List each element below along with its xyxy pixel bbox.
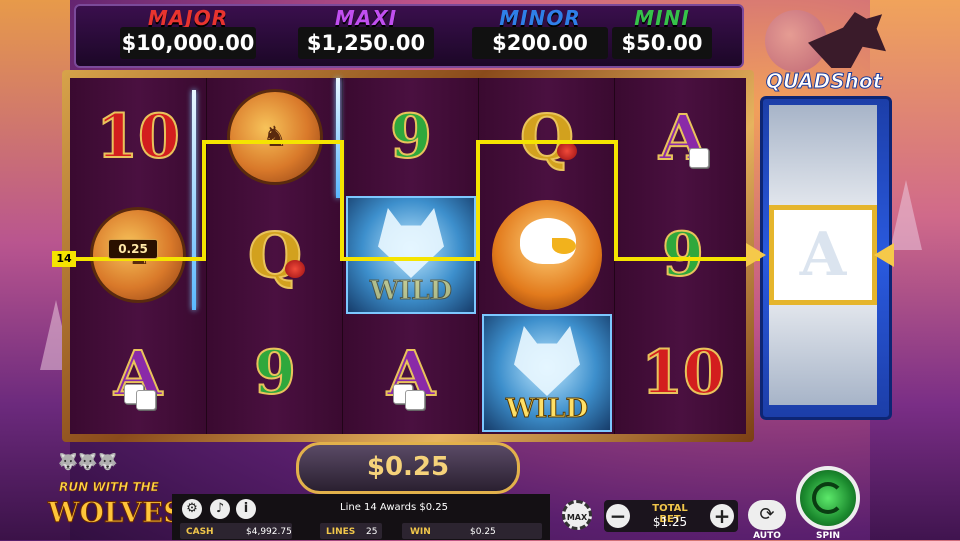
- symbol-ace: A: [343, 314, 479, 432]
- dice-icon: [136, 390, 156, 410]
- jackpot-minor-value: $200.00: [472, 27, 608, 59]
- reel-5: A 9 10: [614, 78, 746, 434]
- wild-text: WILD: [369, 276, 453, 307]
- jackpot-mini: MINI $50.00: [606, 6, 718, 62]
- ten-symbol-text: 10: [640, 337, 725, 409]
- symbol-ten: 10: [70, 78, 206, 196]
- cash-label: CASH: [186, 527, 214, 537]
- sound-icon: ♪: [215, 501, 225, 516]
- game-logo: 🐺🐺🐺 RUN WITH THE WOLVES: [48, 452, 185, 538]
- payline-number: 14: [52, 251, 76, 267]
- info-button[interactable]: i: [236, 499, 256, 519]
- dice-icon: [405, 390, 425, 410]
- symbol-nine: 9: [615, 196, 746, 314]
- max-bet-button[interactable]: MAX: [562, 500, 592, 530]
- autoplay-button[interactable]: ⟳: [748, 500, 786, 530]
- lines-value: 25: [366, 527, 378, 537]
- symbol-queen: Q: [207, 196, 343, 314]
- settings-button[interactable]: ⚙: [182, 499, 202, 519]
- lightning-effect: [192, 90, 196, 310]
- jackpot-mini-value: $50.00: [612, 27, 712, 59]
- symbol-ace: A: [615, 78, 746, 196]
- jackpot-maxi-value: $1,250.00: [298, 27, 434, 59]
- quadshot-arrow-right-icon: [874, 243, 894, 267]
- nine-symbol-text: 9: [253, 337, 297, 409]
- symbol-wild: WILD: [343, 196, 479, 314]
- quadshot-window: A: [769, 105, 877, 405]
- quadshot-logo: QUADShot: [765, 69, 883, 94]
- spin-arrow-icon: [812, 482, 844, 514]
- line-win-tag: 0.25: [108, 239, 158, 259]
- wild-text: WILD: [505, 394, 589, 425]
- logo-line2: WOLVES: [48, 496, 185, 530]
- gear-icon: ⚙: [186, 501, 198, 516]
- wild-wolf-icon: WILD: [482, 314, 612, 432]
- jackpot-minor: MINOR $200.00: [466, 6, 614, 62]
- symbol-nine: 9: [343, 78, 479, 196]
- quadshot-symbol: A: [799, 220, 847, 290]
- eagle-icon: [492, 200, 602, 310]
- autoplay-icon: ⟳: [759, 504, 775, 525]
- symbol-nine: 9: [207, 314, 343, 432]
- symbol-queen: Q: [479, 78, 615, 196]
- quadshot-cell: A: [769, 205, 877, 305]
- nine-symbol-text: 9: [389, 101, 433, 173]
- queen-symbol-text: Q: [247, 218, 303, 293]
- award-message: Line 14 Awards $0.25: [340, 502, 448, 513]
- decrease-bet-button[interactable]: −: [606, 504, 630, 528]
- sound-button[interactable]: ♪: [210, 499, 230, 519]
- nine-symbol-text: 9: [661, 219, 705, 291]
- increase-bet-button[interactable]: +: [710, 504, 734, 528]
- dice-icon: [689, 148, 709, 168]
- reel-3: 9 WILD A: [342, 78, 479, 434]
- medallion-deer-icon: ♞: [227, 89, 323, 185]
- lines-label: LINES: [326, 527, 356, 537]
- symbol-ten: 10: [615, 314, 746, 432]
- quadshot-reel: A: [760, 96, 892, 420]
- spin-button[interactable]: [796, 466, 860, 530]
- symbol-wild: WILD: [479, 314, 615, 432]
- jackpot-major: MAJOR $10,000.00: [114, 6, 262, 62]
- lightning-effect: [336, 78, 340, 198]
- total-bet-value: $1.25: [652, 515, 688, 529]
- win-label: WIN: [410, 527, 431, 537]
- quadshot-arrow-left-icon: [746, 243, 766, 267]
- jackpot-major-value: $10,000.00: [120, 27, 256, 59]
- cash-value: $4,992.75: [246, 527, 292, 537]
- symbol-medallion: ♞: [207, 78, 343, 196]
- ten-symbol-text: 10: [95, 101, 180, 173]
- win-value: $0.25: [470, 527, 496, 537]
- running-wolves-icon: 🐺🐺🐺: [58, 452, 118, 471]
- reel-2: ♞ Q 9: [206, 78, 343, 434]
- symbol-eagle: [479, 196, 615, 314]
- wild-wolf-icon: WILD: [346, 196, 476, 314]
- reel-frame: 10 ♞ A ♞ Q 9 9: [62, 70, 754, 442]
- info-icon: i: [243, 501, 249, 516]
- rose-icon: [285, 260, 305, 278]
- rose-icon: [557, 142, 577, 160]
- queen-symbol-text: Q: [519, 100, 575, 175]
- reel-area: 10 ♞ A ♞ Q 9 9: [70, 78, 746, 434]
- reel-4: Q WILD: [478, 78, 615, 434]
- logo-line1: RUN WITH THE: [59, 480, 159, 495]
- jackpot-maxi: MAXI $1,250.00: [292, 6, 440, 62]
- symbol-ace: A: [70, 314, 206, 432]
- snowy-tree: [890, 180, 922, 250]
- win-amount-display: $0.25: [296, 442, 520, 494]
